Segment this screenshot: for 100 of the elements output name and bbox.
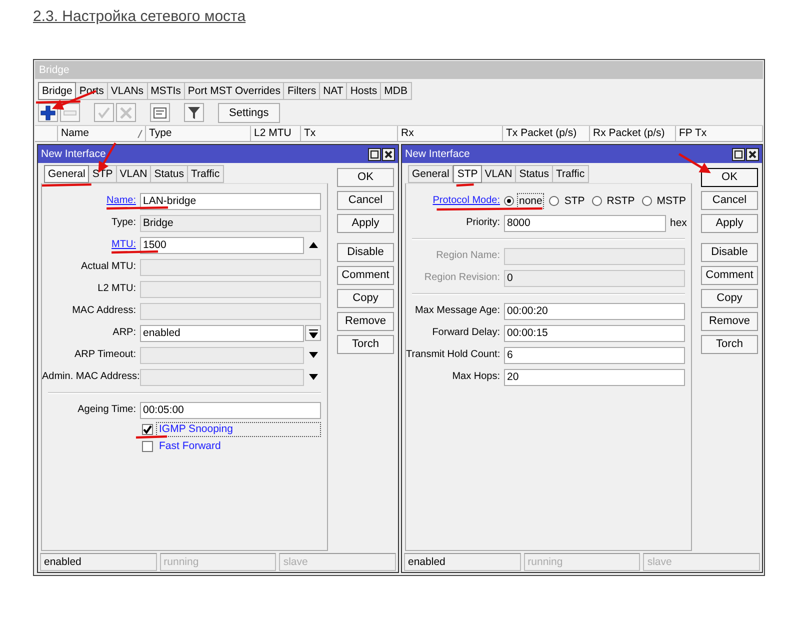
dialog-button[interactable]: Apply <box>337 214 394 233</box>
input-field[interactable] <box>140 346 304 364</box>
spin-up-icon[interactable] <box>308 242 318 248</box>
input-field[interactable] <box>140 258 321 276</box>
radio-label[interactable]: STP <box>562 193 587 209</box>
input-field[interactable]: 20 <box>504 368 685 386</box>
checkbox[interactable] <box>142 441 153 452</box>
radio-label[interactable]: MSTP <box>654 193 688 209</box>
column-header[interactable]: Rx Packet (p/s) <box>593 126 673 141</box>
input-field[interactable]: LAN-bridge <box>140 192 321 210</box>
field-label: Max Message Age: <box>414 304 501 318</box>
dialog-button[interactable]: Remove <box>337 312 394 331</box>
filter-icon <box>186 104 202 120</box>
input-field[interactable]: enabled <box>140 324 304 342</box>
tab[interactable]: Status <box>151 165 188 183</box>
field-link[interactable]: MTU: <box>42 238 140 252</box>
settings-button[interactable]: Settings <box>218 102 280 122</box>
field-label: Region Revision: <box>423 271 501 285</box>
dialog-button[interactable]: Torch <box>337 335 394 354</box>
field-link[interactable]: Protocol Mode: <box>406 194 504 208</box>
input-field[interactable]: 00:05:00 <box>140 402 321 418</box>
tab[interactable]: Filters <box>284 82 320 100</box>
dialog-button[interactable]: Cancel <box>337 191 394 210</box>
annotation-underline <box>106 206 168 210</box>
input-field[interactable]: 00:00:20 <box>504 302 685 320</box>
tab[interactable]: VLANs <box>108 82 148 100</box>
window-title: Bridge <box>35 61 763 79</box>
dialog-button[interactable]: Comment <box>701 266 758 285</box>
input-field[interactable] <box>140 302 321 320</box>
tab[interactable]: MDB <box>381 82 412 100</box>
dialog-button[interactable]: Torch <box>701 335 758 354</box>
dropdown-icon[interactable] <box>308 352 318 358</box>
field-label: Max Hops: <box>451 370 501 384</box>
section-heading[interactable]: 2.3. Настройка сетевого моста <box>33 7 246 27</box>
input-field[interactable]: 1500 <box>140 236 304 254</box>
filter-button[interactable] <box>184 103 204 122</box>
radio-label[interactable]: none <box>517 193 544 209</box>
dialog-button[interactable]: Copy <box>337 289 394 308</box>
input-field[interactable]: Bridge <box>140 214 321 232</box>
column-header[interactable]: Type <box>149 126 248 141</box>
radio-button[interactable] <box>504 196 514 206</box>
plus-button[interactable] <box>38 103 58 122</box>
input-field[interactable]: 00:00:15 <box>504 324 685 342</box>
tab[interactable]: STP <box>89 165 117 183</box>
maximize-icon[interactable] <box>732 148 745 160</box>
dropdown-icon[interactable] <box>308 374 318 380</box>
input-field[interactable]: 8000 <box>504 214 666 232</box>
tab[interactable]: VLAN <box>116 165 152 183</box>
tab[interactable]: Traffic <box>553 165 589 183</box>
annotation-underline <box>112 250 158 254</box>
field-link[interactable]: Name: <box>42 194 140 208</box>
tab[interactable]: Hosts <box>347 82 382 100</box>
radio-label[interactable]: RSTP <box>604 193 637 209</box>
status-cell: slave <box>643 553 760 571</box>
checkbox[interactable] <box>142 424 153 435</box>
field-label: Actual MTU: <box>80 260 137 274</box>
input-field[interactable] <box>140 280 321 298</box>
annotation-underline <box>136 435 168 439</box>
check-icon <box>96 104 112 120</box>
tab[interactable]: STP <box>453 165 482 183</box>
radio-button[interactable] <box>592 196 602 206</box>
input-field[interactable] <box>140 368 304 386</box>
dropdown-button[interactable] <box>305 325 321 341</box>
column-header[interactable]: L2 MTU <box>254 126 298 141</box>
tab[interactable]: VLAN <box>482 165 516 183</box>
note-button[interactable] <box>150 103 170 122</box>
tab[interactable]: Bridge <box>38 82 76 100</box>
dialog-button[interactable]: Cancel <box>701 191 758 210</box>
tab[interactable]: NAT <box>320 82 348 100</box>
input-field[interactable]: 6 <box>504 346 685 364</box>
checkmark-icon <box>143 425 152 434</box>
tab[interactable]: General <box>408 165 454 183</box>
column-header[interactable]: Tx <box>304 126 395 141</box>
dialog-button[interactable]: Comment <box>337 266 394 285</box>
radio-button[interactable] <box>642 196 652 206</box>
status-cell: enabled <box>404 553 521 571</box>
column-header[interactable]: Tx Packet (p/s) <box>506 126 587 141</box>
column-header[interactable]: FP Tx <box>679 126 760 141</box>
plus-icon <box>40 104 56 120</box>
dialog-button[interactable]: Apply <box>701 214 758 233</box>
dialog-button[interactable]: OK <box>337 168 394 187</box>
dialog-button[interactable]: Copy <box>701 289 758 308</box>
tab[interactable]: MSTIs <box>148 82 185 100</box>
field-label: Region Name: <box>435 249 501 263</box>
dialog-button[interactable]: OK <box>701 168 758 187</box>
tab[interactable]: Traffic <box>188 165 224 183</box>
close-icon[interactable] <box>746 148 759 160</box>
column-header[interactable]: Rx <box>401 126 500 141</box>
close-icon[interactable] <box>382 148 395 160</box>
tab[interactable]: Status <box>516 165 553 183</box>
column-header[interactable]: Name <box>61 126 143 141</box>
maximize-icon[interactable] <box>368 148 381 160</box>
tab[interactable]: Port MST Overrides <box>184 82 284 100</box>
dialog-button[interactable]: Disable <box>337 243 394 262</box>
tab[interactable]: General <box>44 165 90 183</box>
radio-button[interactable] <box>549 196 560 206</box>
dialog-button[interactable]: Disable <box>701 243 758 262</box>
dialog-button[interactable]: Remove <box>701 312 758 331</box>
checkbox-label[interactable]: IGMP Snooping <box>156 422 321 437</box>
checkbox-label[interactable]: Fast Forward <box>156 439 321 454</box>
